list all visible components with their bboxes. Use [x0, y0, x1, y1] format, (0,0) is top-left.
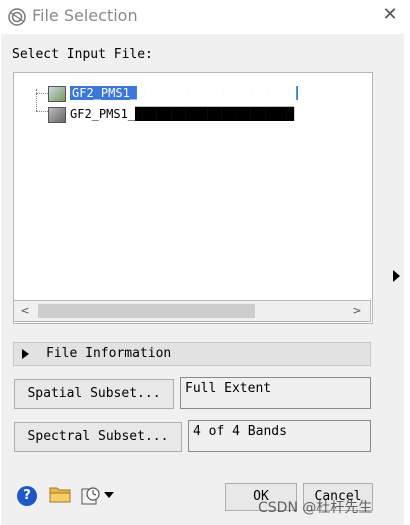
tree-connector: [36, 111, 48, 112]
expand-panel-arrow-icon[interactable]: [393, 270, 400, 282]
spectral-subset-value: 4 of 4 Bands: [188, 420, 371, 452]
history-dropdown-icon[interactable]: [104, 492, 114, 498]
file-item-selected[interactable]: GF2_PMS1_██████████████████████: [48, 84, 370, 102]
horizontal-scrollbar[interactable]: < >: [13, 300, 371, 322]
file-information-toggle[interactable]: File Information: [13, 342, 371, 366]
scroll-left-icon[interactable]: <: [18, 304, 32, 317]
history-icon[interactable]: [80, 484, 102, 506]
window-title: File Selection: [32, 6, 138, 25]
title-bar: File Selection ✕: [0, 0, 410, 34]
help-icon[interactable]: ?: [17, 486, 37, 506]
select-input-file-label: Select Input File:: [12, 47, 153, 62]
expand-triangle-icon: [22, 349, 29, 359]
tree-connector: [36, 93, 48, 94]
spatial-subset-button[interactable]: Spatial Subset...: [14, 379, 174, 409]
file-information-label: File Information: [46, 346, 172, 361]
close-icon[interactable]: ✕: [381, 5, 399, 25]
raster-image-icon: [48, 106, 66, 123]
scrollbar-thumb[interactable]: [38, 304, 255, 318]
raster-image-icon: [48, 85, 66, 102]
file-item[interactable]: GF2_PMS1_██████████████████████: [48, 105, 370, 123]
file-list[interactable]: GF2_PMS1_██████████████████████ GF2_PMS1…: [13, 72, 373, 324]
file-name: GF2_PMS1_██████████████████████: [70, 107, 294, 121]
spectral-subset-button[interactable]: Spectral Subset...: [14, 422, 182, 452]
spatial-subset-value: Full Extent: [180, 377, 371, 409]
open-folder-icon[interactable]: [48, 484, 72, 504]
scroll-right-icon[interactable]: >: [350, 304, 364, 317]
file-name: GF2_PMS1_██████████████████████: [70, 86, 298, 100]
watermark: CSDN @杜杆先生: [258, 500, 373, 516]
app-logo-icon: [8, 8, 26, 26]
